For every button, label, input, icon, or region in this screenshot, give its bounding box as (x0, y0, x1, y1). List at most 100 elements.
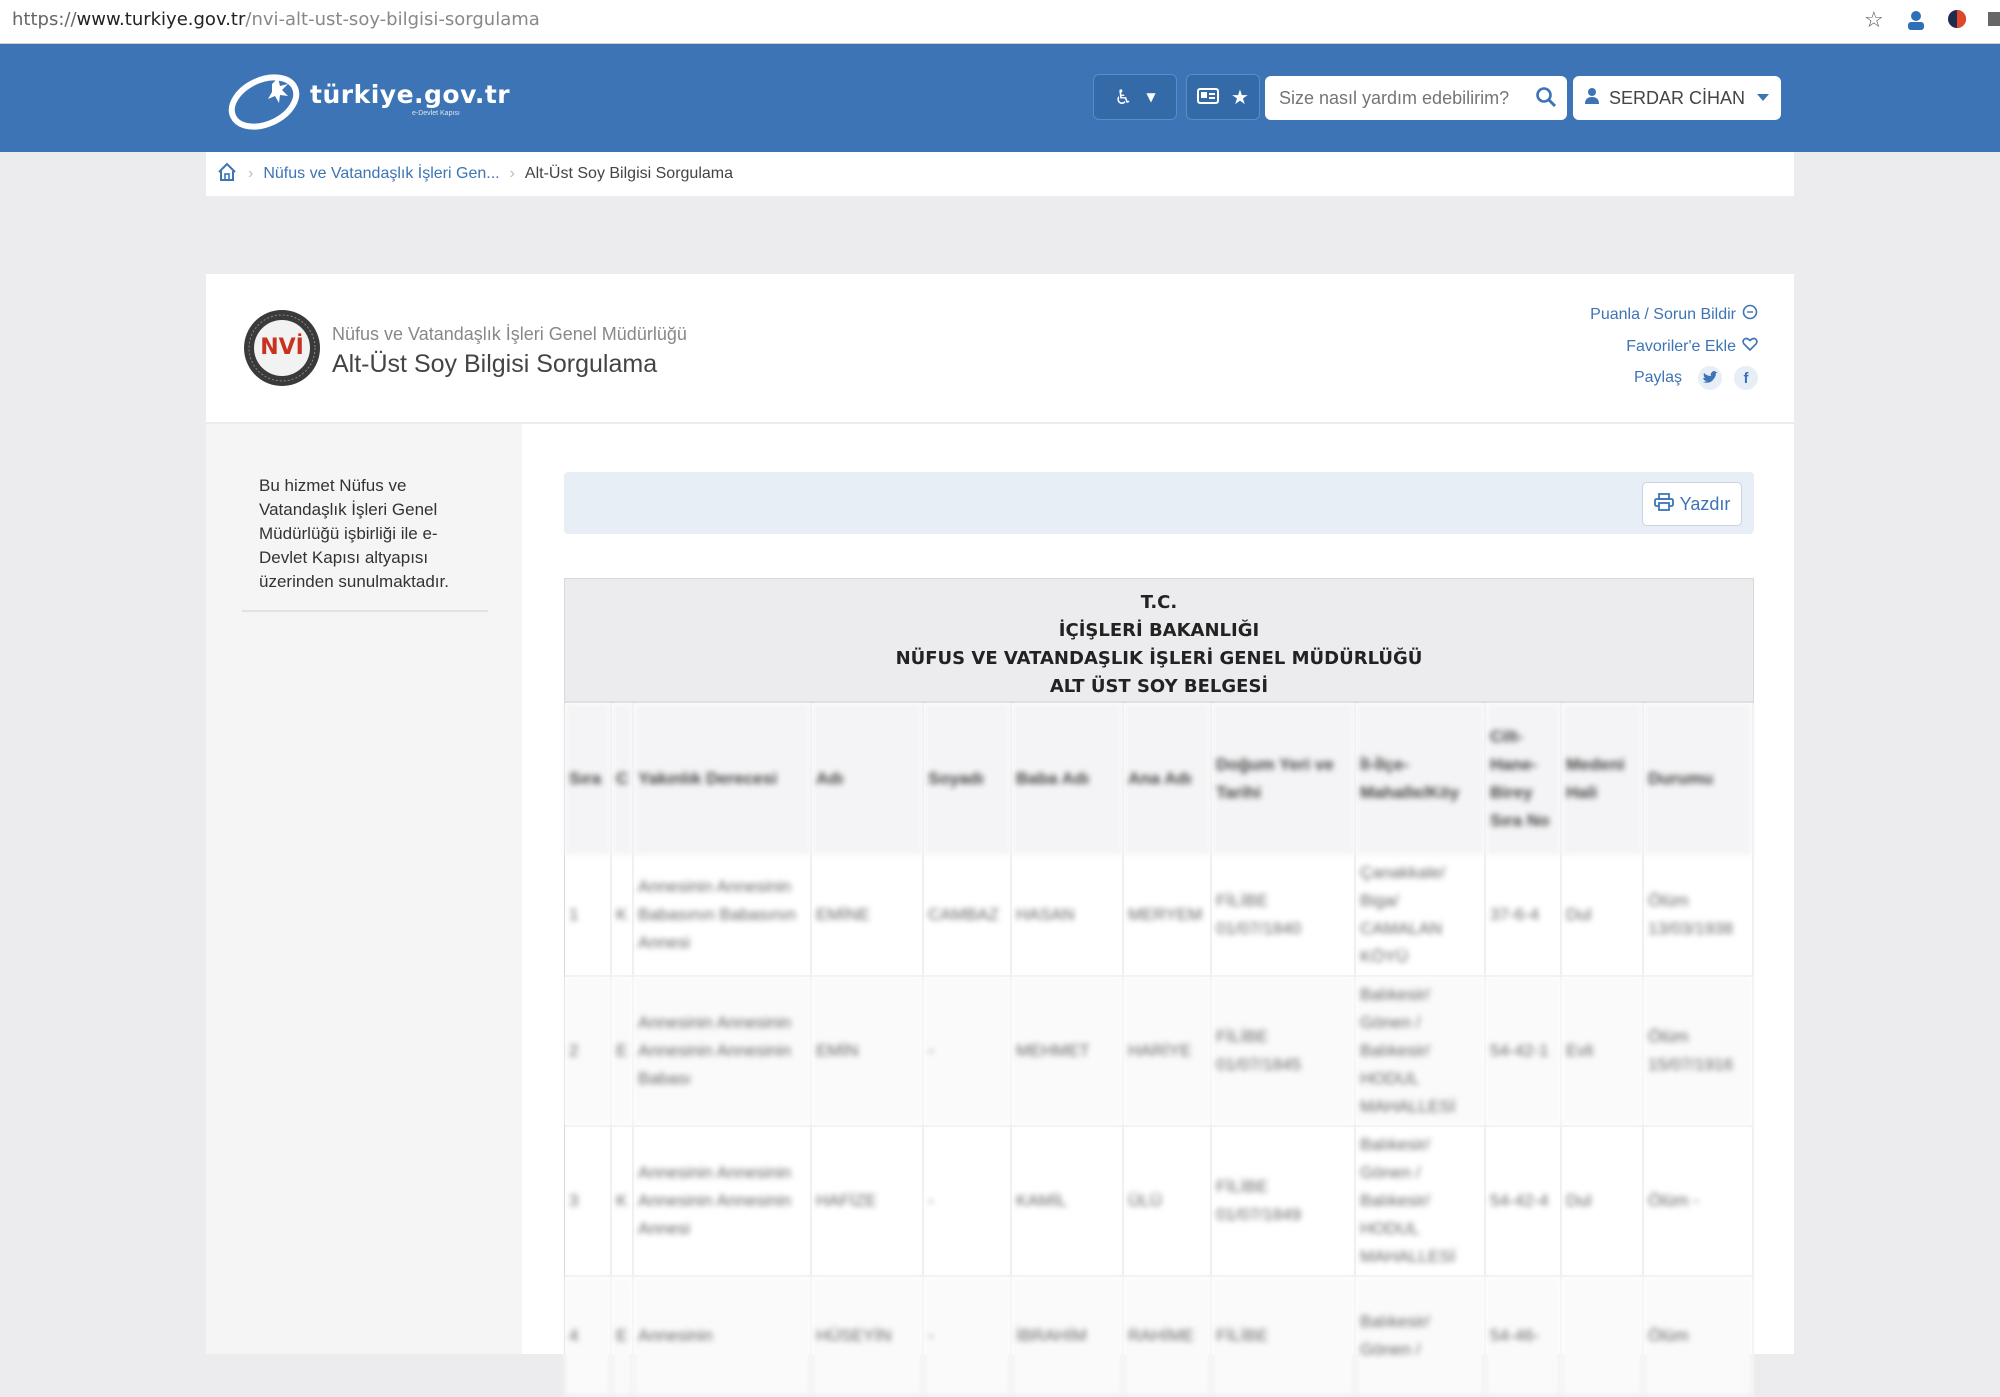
table-cell: Balıkesir/ Gönen / Balıkesir/ HODUL MAHA… (1355, 1126, 1486, 1277)
bookmark-star-icon[interactable]: ☆ (1864, 8, 1884, 33)
table-cell: FİLİBE (1211, 1276, 1356, 1397)
table-row: 2 E Annesinin Annesinin Annesinin Annesi… (565, 976, 1754, 1127)
print-label: Yazdır (1679, 493, 1731, 514)
user-name: SERDAR CİHAN (1609, 87, 1746, 108)
table-cell: Dul (1561, 855, 1644, 977)
table-cell: 54-46- (1485, 1276, 1562, 1397)
column-header: Ana Adı (1123, 703, 1212, 855)
print-button[interactable]: Yazdır (1642, 482, 1742, 526)
table-cell: Annesinin Annesinin Annesinin Annesinin … (633, 1126, 812, 1277)
table-cell: 37-6-4 (1485, 855, 1562, 977)
table-header-row: Sıra C Yakınlık Derecesi Adı Soyadı Baba… (565, 703, 1754, 855)
document-title-line: ALT ÜST SOY BELGESİ (1049, 676, 1269, 697)
column-header: Durumu (1643, 703, 1754, 855)
accessibility-button[interactable]: ♿ ▼ (1093, 74, 1177, 120)
service-card: NVİ Nüfus ve Vatandaşlık İşleri Genel Mü… (206, 274, 1794, 1397)
url-domain: www.turkiye.gov.tr (76, 9, 246, 30)
user-menu-button[interactable]: SERDAR CİHAN (1573, 76, 1781, 120)
table-cell: - (923, 1126, 1012, 1277)
star-icon: ★ (1231, 85, 1249, 109)
service-content: Yazdır T.C. İÇİŞLERİ BAKANLIĞI NÜFUS VE … (522, 424, 1794, 1397)
column-header: Baba Adı (1011, 703, 1124, 855)
table-cell: HASAN (1011, 855, 1124, 977)
sidebar-divider (242, 610, 488, 612)
chevron-down-icon: ▼ (1146, 90, 1156, 104)
table-cell: Evli (1561, 976, 1644, 1127)
service-info-text: Bu hizmet Nüfus ve Vatandaşlık İşleri Ge… (259, 476, 449, 591)
logo-tagline: e-Devlet Kapısı (412, 110, 460, 117)
table-cell: Balıkesir/ Gönen / Balıkesir/ HODUL MAHA… (1355, 976, 1486, 1127)
table-cell: 3 (565, 1126, 612, 1277)
column-header: Yakınlık Derecesi (633, 703, 812, 855)
table-cell: Ölüm (1643, 1276, 1754, 1397)
rate-report-link[interactable]: Puanla / Sorun Bildir (1590, 304, 1758, 325)
search-input[interactable] (1265, 76, 1525, 120)
quick-links-button[interactable]: ★ (1186, 74, 1260, 120)
extension-user-icon[interactable] (1904, 8, 1928, 38)
add-favorite-link[interactable]: Favoriler'e Ekle (1626, 336, 1758, 357)
home-icon[interactable] (216, 161, 238, 188)
search-icon[interactable] (1535, 86, 1557, 112)
table-cell: HAFİZE (811, 1126, 924, 1277)
table-cell: 2 (565, 976, 612, 1127)
url-path: /nvi-alt-ust-soy-bilgisi-sorgulama (245, 9, 540, 30)
table-cell: ÜLÜ (1123, 1126, 1212, 1277)
turkiye-logo[interactable]: türkiye.gov.tr e-Devlet Kapısı (224, 64, 510, 134)
add-favorite-label: Favoriler'e Ekle (1626, 337, 1736, 355)
rate-report-label: Puanla / Sorun Bildir (1590, 305, 1736, 323)
table-cell: İBRAHİM (1011, 1276, 1124, 1397)
table-cell: HARİYE (1123, 976, 1212, 1127)
chevron-down-icon (1757, 94, 1769, 101)
nvi-logo: NVİ (242, 308, 322, 388)
table-cell: - (923, 976, 1012, 1127)
url-text[interactable]: https://www.turkiye.gov.tr/nvi-alt-ust-s… (12, 9, 540, 30)
share-row: Paylaş f (1634, 366, 1758, 390)
page-title: Alt-Üst Soy Bilgisi Sorgulama (332, 350, 658, 378)
twitter-icon[interactable] (1698, 366, 1722, 390)
table-row: 4 E Annesinin HÜSEYİN - İBRAHİM RAHİME F… (565, 1276, 1754, 1397)
document-header: T.C. İÇİŞLERİ BAKANLIĞI NÜFUS VE VATANDA… (565, 579, 1753, 703)
table-cell: Annesinin Annesinin Annesinin Annesinin … (633, 976, 812, 1127)
table-cell: K (611, 855, 634, 977)
service-sidebar: Bu hizmet Nüfus ve Vatandaşlık İşleri Ge… (206, 424, 522, 1354)
share-label: Paylaş (1633, 369, 1682, 386)
id-card-icon (1197, 85, 1220, 109)
chat-bubble-icon (1742, 304, 1758, 325)
table-cell: FİLİBE 01/07/1849 (1211, 1126, 1356, 1277)
facebook-icon[interactable]: f (1734, 366, 1758, 390)
lineage-document: T.C. İÇİŞLERİ BAKANLIĞI NÜFUS VE VATANDA… (564, 578, 1754, 1397)
table-cell: FİLİBE 01/07/1840 (1211, 855, 1356, 977)
printer-icon (1653, 492, 1674, 516)
table-cell: - (923, 1276, 1012, 1397)
column-header: Soyadı (923, 703, 1012, 855)
document-title-line: T.C. (1140, 592, 1178, 613)
table-cell: 54-42-4 (1485, 1126, 1562, 1277)
table-cell (1561, 1276, 1644, 1397)
table-cell: Dul (1561, 1126, 1644, 1277)
table-cell: RAHİME (1123, 1276, 1212, 1397)
extension-record-icon[interactable] (1946, 8, 1968, 36)
action-toolbar: Yazdır (564, 472, 1754, 534)
column-header: Medeni Hali (1561, 703, 1644, 855)
browser-address-bar[interactable]: https://www.turkiye.gov.tr/nvi-alt-ust-s… (0, 0, 2000, 44)
table-cell: Ölüm 15/07/1916 (1643, 976, 1754, 1127)
table-row: 1 K Annesinin Annesinin Babasının Babası… (565, 855, 1754, 977)
extension-overflow-icon[interactable] (1988, 8, 2000, 36)
breadcrumb: › Nüfus ve Vatandaşlık İşleri Gen... › A… (206, 152, 1794, 196)
lineage-table: Sıra C Yakınlık Derecesi Adı Soyadı Baba… (565, 703, 1754, 1397)
column-header: Doğum Yeri ve Tarihi (1211, 703, 1356, 855)
table-cell: EMİN (811, 976, 924, 1127)
table-cell: Ölüm 13/03/1938 (1643, 855, 1754, 977)
wheelchair-icon: ♿ (1114, 85, 1133, 109)
column-header: Sıra (565, 703, 612, 855)
table-cell: Çanakkale/ Biga/ CAMALAN KÖYÜ (1355, 855, 1486, 977)
table-cell: E (611, 1276, 634, 1397)
breadcrumb-item-nvi[interactable]: Nüfus ve Vatandaşlık İşleri Gen... (263, 165, 499, 183)
column-header: İl-İlçe-Mahalle/Köy (1355, 703, 1486, 855)
document-title-line: NÜFUS VE VATANDAŞLIK İŞLERİ GENEL MÜDÜRL… (895, 648, 1423, 669)
column-header: C (611, 703, 634, 855)
breadcrumb-item-current: Alt-Üst Soy Bilgisi Sorgulama (524, 165, 733, 182)
table-row: 3 K Annesinin Annesinin Annesinin Annesi… (565, 1126, 1754, 1277)
heart-icon (1742, 336, 1758, 357)
table-cell: KAMİL (1011, 1126, 1124, 1277)
